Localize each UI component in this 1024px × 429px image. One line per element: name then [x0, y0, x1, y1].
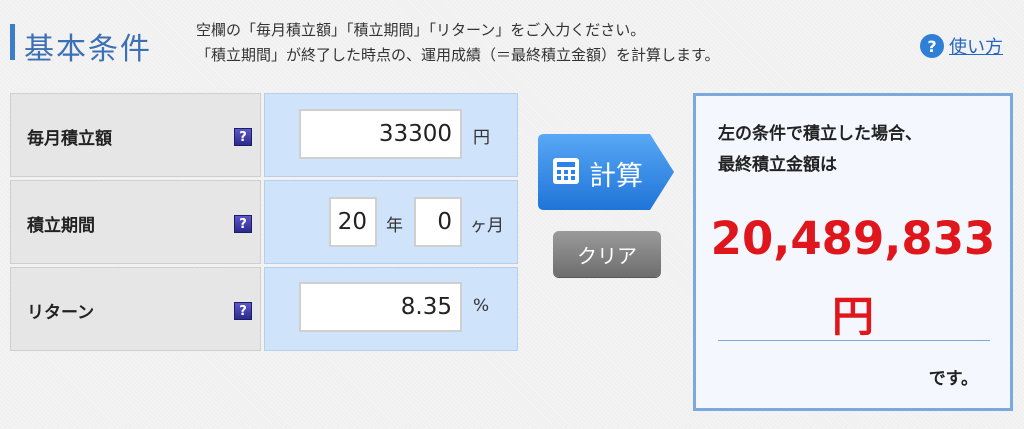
calculator-icon: [553, 158, 579, 184]
clear-button[interactable]: クリア: [553, 231, 661, 277]
help-question-icon[interactable]: ?: [234, 128, 252, 146]
input-cell: 20 年 0 ヶ月: [264, 180, 518, 264]
header: 基本条件 空欄の「毎月積立額」「積立期間」「リターン」をご入力ください。 「積立…: [0, 0, 1024, 80]
question-circle-icon: ?: [920, 34, 944, 58]
monthly-label: 毎月積立額: [27, 129, 112, 149]
monthly-amount-input[interactable]: 33300: [299, 109, 462, 159]
instruction-line-1: 空欄の「毎月積立額」「積立期間」「リターン」をご入力ください。: [196, 21, 646, 39]
calculate-button-label: 計算: [589, 161, 643, 192]
final-amount-unit: 円: [831, 292, 874, 341]
yen-unit: 円: [473, 128, 490, 148]
title-accent-bar: [10, 24, 15, 60]
form-row-return: リターン ? 8.35 %: [10, 267, 518, 351]
result-suffix: です。: [928, 369, 978, 389]
result-description: 左の条件で積立した場合、 最終積立金額は: [718, 119, 922, 181]
label-cell: 毎月積立額 ?: [10, 93, 261, 177]
final-amount: 20,489,833: [710, 212, 996, 265]
form-row-monthly: 毎月積立額 ? 33300 円: [10, 93, 518, 177]
input-form: 毎月積立額 ? 33300 円 積立期間 ? 20 年 0 ヶ月 リターン ? …: [10, 93, 518, 351]
calculate-button[interactable]: 計算: [538, 134, 676, 210]
instruction-line-2: 「積立期間」が終了した時点の、運用成績（＝最終積立金額）を計算します。: [196, 46, 720, 64]
label-cell: リターン ?: [10, 267, 261, 351]
help-question-icon[interactable]: ?: [234, 215, 252, 233]
percent-unit: %: [473, 296, 490, 316]
form-row-period: 積立期間 ? 20 年 0 ヶ月: [10, 180, 518, 264]
result-panel: 左の条件で積立した場合、 最終積立金額は 20,489,833 円 です。: [693, 93, 1013, 411]
return-rate-input[interactable]: 8.35: [299, 282, 462, 332]
input-cell: 33300 円: [264, 93, 518, 177]
years-unit: 年: [386, 216, 403, 236]
help-link-label[interactable]: 使い方: [949, 33, 1003, 59]
divider: [718, 340, 990, 341]
months-input[interactable]: 0: [414, 197, 462, 247]
page-title: 基本条件: [24, 32, 152, 67]
result-description-line-1: 左の条件で積立した場合、: [718, 124, 922, 144]
return-label: リターン: [27, 303, 95, 323]
help-link[interactable]: ? 使い方: [920, 33, 1003, 59]
period-label: 積立期間: [27, 216, 95, 236]
instructions: 空欄の「毎月積立額」「積立期間」「リターン」をご入力ください。 「積立期間」が終…: [196, 18, 720, 68]
label-cell: 積立期間 ?: [10, 180, 261, 264]
months-unit: ヶ月: [470, 216, 504, 236]
years-input[interactable]: 20: [329, 197, 377, 247]
help-question-icon[interactable]: ?: [234, 302, 252, 320]
input-cell: 8.35 %: [264, 267, 518, 351]
result-description-line-2: 最終積立金額は: [718, 155, 837, 175]
